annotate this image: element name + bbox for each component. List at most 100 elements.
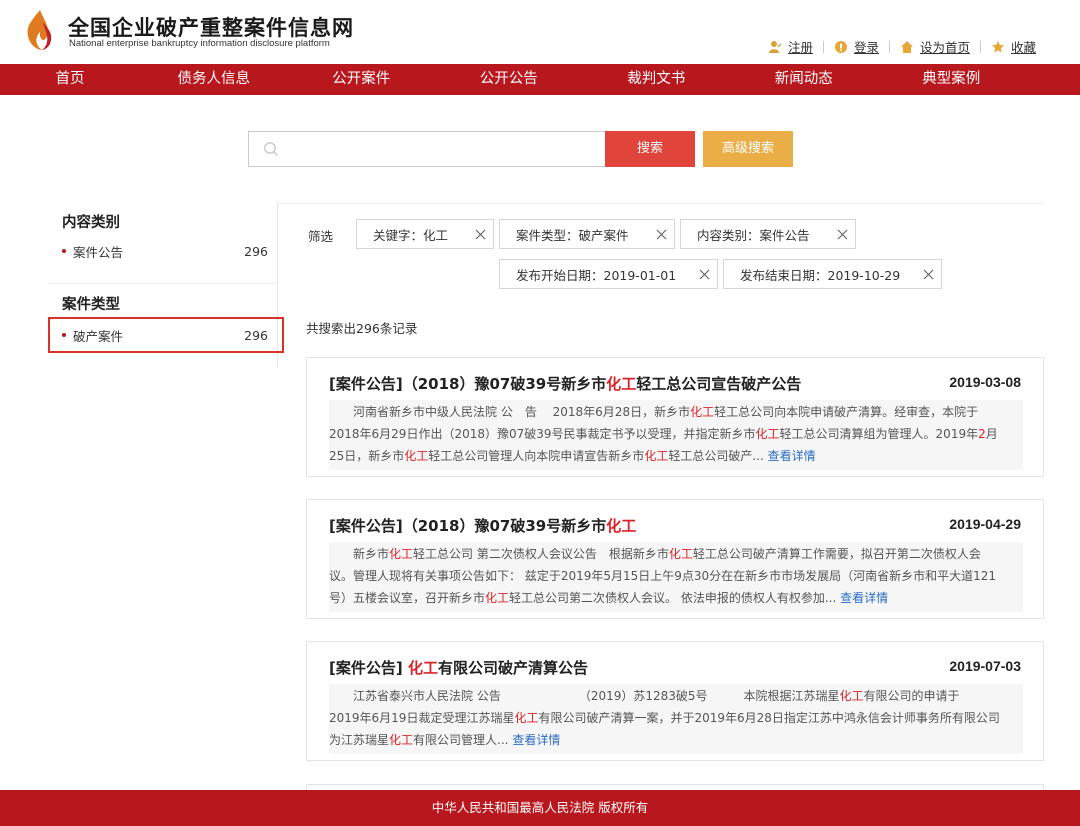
summary-text: 轻工总公司破产清算工作需要，拟召开第二次债权人会 (692, 547, 981, 561)
result-date: 2019-07-03 (949, 658, 1021, 674)
summary-line: 号）五楼会议室，召开新乡市化工轻工总公司第二次债权人会议。 依法申报的债权人有权… (329, 587, 1023, 609)
result-summary: 江苏省泰兴市人民法院 公告 （2019）苏1283破5号 本院根据江苏瑞星化工有… (329, 684, 1023, 754)
nav-judgments[interactable]: 裁判文书 (583, 64, 731, 95)
register-label: 注册 (787, 40, 813, 55)
summary-text: 号）五楼会议室，召开新乡市 (329, 591, 486, 605)
result-title-highlight: 化工 (606, 517, 637, 535)
filter-chip-text: 关键字：化工 (373, 227, 449, 243)
register-link[interactable]: 注册 (768, 37, 813, 56)
summary-text: 有限公司破产清算一案，并于2019年6月28日指定江苏中鸿永信会计师事务所有限公… (538, 711, 1000, 725)
summary-text: 轻工总公司第二次债权人会议。 依法申报的债权人有权参加... (509, 591, 837, 605)
summary-text: 月 (985, 427, 998, 441)
result-card: [案件公告] 化工有限公司破产清算公告 2019-07-03 江苏省泰兴市人民法… (306, 641, 1044, 761)
summary-text: 有限公司管理人... (413, 733, 509, 747)
search-button[interactable]: 搜索 (605, 131, 695, 167)
result-title-highlight: 化工 (606, 375, 637, 393)
header: 全国企业破产重整案件信息网 National enterprise bankru… (0, 0, 1080, 64)
bullet-icon (62, 249, 66, 253)
result-tag: [案件公告] (329, 375, 403, 393)
close-icon[interactable] (829, 220, 855, 248)
nav-news[interactable]: 新闻动态 (730, 64, 878, 95)
filter-chip-text: 案件类型：破产案件 (516, 227, 629, 243)
view-details-link[interactable]: 查看详情 (768, 449, 816, 463)
close-icon[interactable] (915, 260, 941, 288)
search-input[interactable] (287, 134, 605, 164)
filter-chip-case-type: 案件类型：破产案件 (499, 219, 675, 249)
nav-home[interactable]: 首页 (0, 64, 140, 95)
view-details-link[interactable]: 查看详情 (840, 591, 888, 605)
summary-line: 新乡市化工轻工总公司 第二次债权人会议公告 根据新乡市化工轻工总公司破产清算工作… (329, 543, 1023, 565)
result-title-pre: （2018）豫07破39号新乡市 (402, 517, 607, 535)
summary-line: 议。管理人现将有关事项公告如下： 兹定于2019年5月15日上午9点30分在在新… (329, 565, 1023, 587)
result-title-post: 有限公司破产清算公告 (437, 659, 588, 677)
close-icon[interactable] (691, 260, 717, 288)
summary-line: 为江苏瑞星化工有限公司管理人... 查看详情 (329, 729, 1023, 751)
summary-text: 为江苏瑞星 (329, 733, 390, 747)
sidebar-item-bankruptcy-case[interactable]: 破产案件 296 (48, 317, 284, 353)
filter-chip-text: 发布开始日期：2019-01-01 (516, 267, 677, 283)
summary-text: 2018年6月29日作出（2018）豫07破39号民事裁定书予以受理，并指定新乡… (329, 427, 756, 441)
close-icon[interactable] (648, 220, 674, 248)
result-title[interactable]: [案件公告] 化工有限公司破产清算公告 (329, 657, 588, 678)
result-count: 共搜索出296条记录 (306, 321, 418, 336)
top-links: 注册 登录 设为首页 收藏 (768, 37, 1036, 56)
summary-text: 轻工总公司破产... (668, 449, 764, 463)
summary-text: 有限公司的申请于 (863, 689, 960, 703)
summary-text: 轻工总公司清算组为管理人。2019年 (779, 427, 979, 441)
summary-text: 轻工总公司向本院申请破产清算。经审查，本院于 (714, 405, 979, 419)
nav-debtor-info[interactable]: 债务人信息 (140, 64, 288, 95)
set-homepage-link[interactable]: 设为首页 (900, 37, 970, 56)
keyword-highlight: 化工 (839, 689, 864, 703)
sidebar-item-count: 296 (244, 243, 268, 259)
summary-line: 河南省新乡市中级人民法院 公 告 2018年6月28日，新乡市化工轻工总公司向本… (329, 401, 1023, 423)
case-type-heading: 案件类型 (62, 297, 120, 313)
sidebar-item-label: 案件公告 (73, 244, 124, 260)
login-label: 登录 (853, 40, 879, 55)
result-title-pre: （2018）豫07破39号新乡市 (402, 375, 607, 393)
result-tag: [案件公告] (329, 659, 403, 677)
login-link[interactable]: 登录 (834, 37, 879, 56)
keyword-highlight: 化工 (389, 733, 414, 747)
keyword-highlight: 2 (978, 427, 986, 441)
result-date: 2019-04-29 (949, 516, 1021, 532)
favorite-link[interactable]: 收藏 (991, 37, 1036, 56)
filter-chip-start-date: 发布开始日期：2019-01-01 (499, 259, 718, 289)
filter-chip-end-date: 发布结束日期：2019-10-29 (723, 259, 942, 289)
filter-chip-keyword: 关键字：化工 (356, 219, 494, 249)
divider (979, 40, 981, 53)
favorite-label: 收藏 (1010, 40, 1036, 55)
view-details-link[interactable]: 查看详情 (512, 733, 560, 747)
login-icon (834, 40, 847, 53)
summary-text: 河南省新乡市中级人民法院 公 告 2018年6月28日，新乡市 (329, 405, 691, 419)
keyword-highlight: 化工 (514, 711, 539, 725)
result-card: [案件公告]（2018）豫07破39号新乡市化工轻工总公司宣告破产公告 2019… (306, 357, 1044, 477)
keyword-highlight: 化工 (389, 547, 414, 561)
result-title[interactable]: [案件公告]（2018）豫07破39号新乡市化工轻工总公司宣告破产公告 (329, 373, 801, 394)
divider (888, 40, 890, 53)
advanced-search-button[interactable]: 高级搜索 (703, 131, 793, 167)
nav-typical-cases[interactable]: 典型案例 (878, 64, 1026, 95)
footer: 中华人民共和国最高人民法院 版权所有 (0, 790, 1080, 826)
result-title-post: 轻工总公司宣告破产公告 (636, 375, 802, 393)
nav-public-notices[interactable]: 公开公告 (435, 64, 583, 95)
filter-chip-text: 发布结束日期：2019-10-29 (740, 267, 901, 283)
result-summary: 新乡市化工轻工总公司 第二次债权人会议公告 根据新乡市化工轻工总公司破产清算工作… (329, 542, 1023, 612)
page: 全国企业破产重整案件信息网 National enterprise bankru… (0, 0, 1080, 826)
star-icon (991, 40, 1004, 52)
summary-line: 2018年6月29日作出（2018）豫07破39号民事裁定书予以受理，并指定新乡… (329, 423, 1023, 445)
keyword-highlight: 化工 (690, 405, 715, 419)
close-icon[interactable] (467, 220, 493, 248)
search-box (248, 131, 606, 167)
filter-chip-content-category: 内容类别：案件公告 (680, 219, 856, 249)
summary-text: 轻工总公司管理人向本院申请宣告新乡市 (428, 449, 645, 463)
content-category-heading: 内容类别 (62, 215, 120, 231)
home-icon (900, 40, 913, 53)
nav-public-cases[interactable]: 公开案件 (288, 64, 436, 95)
result-title-highlight: 化工 (407, 659, 438, 677)
sidebar-item-case-notice[interactable]: 案件公告 296 (48, 233, 284, 269)
keyword-highlight: 化工 (644, 449, 669, 463)
result-title[interactable]: [案件公告]（2018）豫07破39号新乡市化工 (329, 515, 636, 536)
summary-line: 江苏省泰兴市人民法院 公告 （2019）苏1283破5号 本院根据江苏瑞星化工有… (329, 685, 1023, 707)
sidebar: 内容类别 案件公告 296 案件类型 破产案件 296 (38, 203, 284, 367)
result-summary: 河南省新乡市中级人民法院 公 告 2018年6月28日，新乡市化工轻工总公司向本… (329, 400, 1023, 470)
